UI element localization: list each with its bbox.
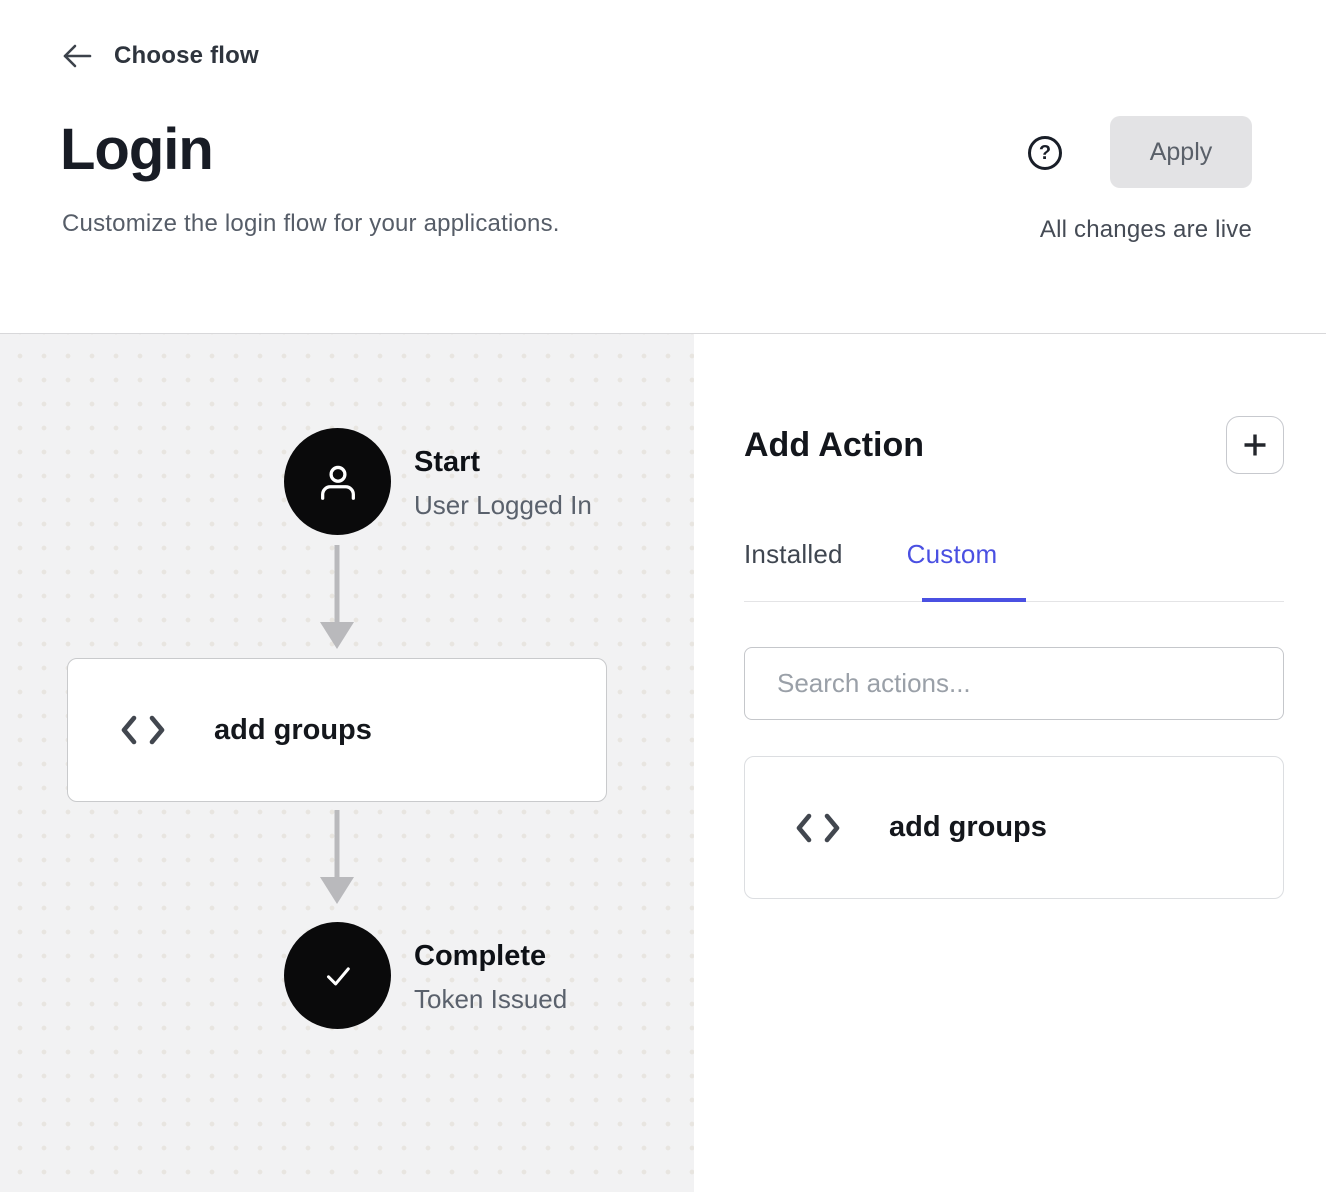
back-to-choose-flow-link[interactable]: Choose flow [62, 42, 259, 70]
back-link-label: Choose flow [114, 42, 259, 70]
code-icon [795, 812, 841, 844]
custom-action-card-add-groups[interactable]: add groups [744, 756, 1284, 899]
active-tab-underline [922, 598, 1026, 602]
start-node-label: Start User Logged In [414, 446, 592, 521]
tab-custom[interactable]: Custom [907, 539, 998, 570]
panel-tabs: Installed Custom [744, 539, 997, 570]
flow-node-start[interactable] [284, 428, 391, 535]
add-action-button[interactable] [1226, 416, 1284, 474]
plus-icon [1242, 432, 1268, 458]
custom-action-label: add groups [889, 811, 1047, 844]
complete-node-label: Complete Token Issued [414, 940, 567, 1015]
flow-arrow-icon [317, 545, 357, 650]
help-button[interactable]: ? [1028, 136, 1062, 170]
code-icon [120, 714, 166, 746]
complete-node-subtitle: Token Issued [414, 984, 567, 1015]
arrow-left-icon [62, 43, 92, 69]
flow-arrow-icon [317, 810, 357, 905]
page-subtitle: Customize the login flow for your applic… [62, 210, 560, 238]
complete-node-title: Complete [414, 940, 567, 973]
action-node-label: add groups [214, 714, 372, 747]
main-content: Start User Logged In add groups [0, 333, 1326, 1192]
flow-action-node-add-groups[interactable]: add groups [67, 658, 607, 802]
page-title: Login [60, 116, 213, 183]
start-node-title: Start [414, 446, 592, 479]
flow-node-complete[interactable] [284, 922, 391, 1029]
tab-installed[interactable]: Installed [744, 539, 843, 570]
apply-button[interactable]: Apply [1110, 116, 1252, 188]
add-action-panel: Add Action Installed Custom add groups [694, 334, 1326, 1192]
search-actions-input[interactable] [744, 647, 1284, 720]
changes-live-status: All changes are live [1040, 216, 1252, 244]
check-icon [319, 957, 357, 995]
page-header: Choose flow Login Customize the login fl… [0, 0, 1326, 333]
flow-canvas[interactable]: Start User Logged In add groups [0, 334, 694, 1192]
panel-title: Add Action [744, 426, 924, 465]
question-mark-icon: ? [1039, 142, 1051, 165]
start-node-subtitle: User Logged In [414, 490, 592, 521]
user-icon [315, 459, 361, 505]
